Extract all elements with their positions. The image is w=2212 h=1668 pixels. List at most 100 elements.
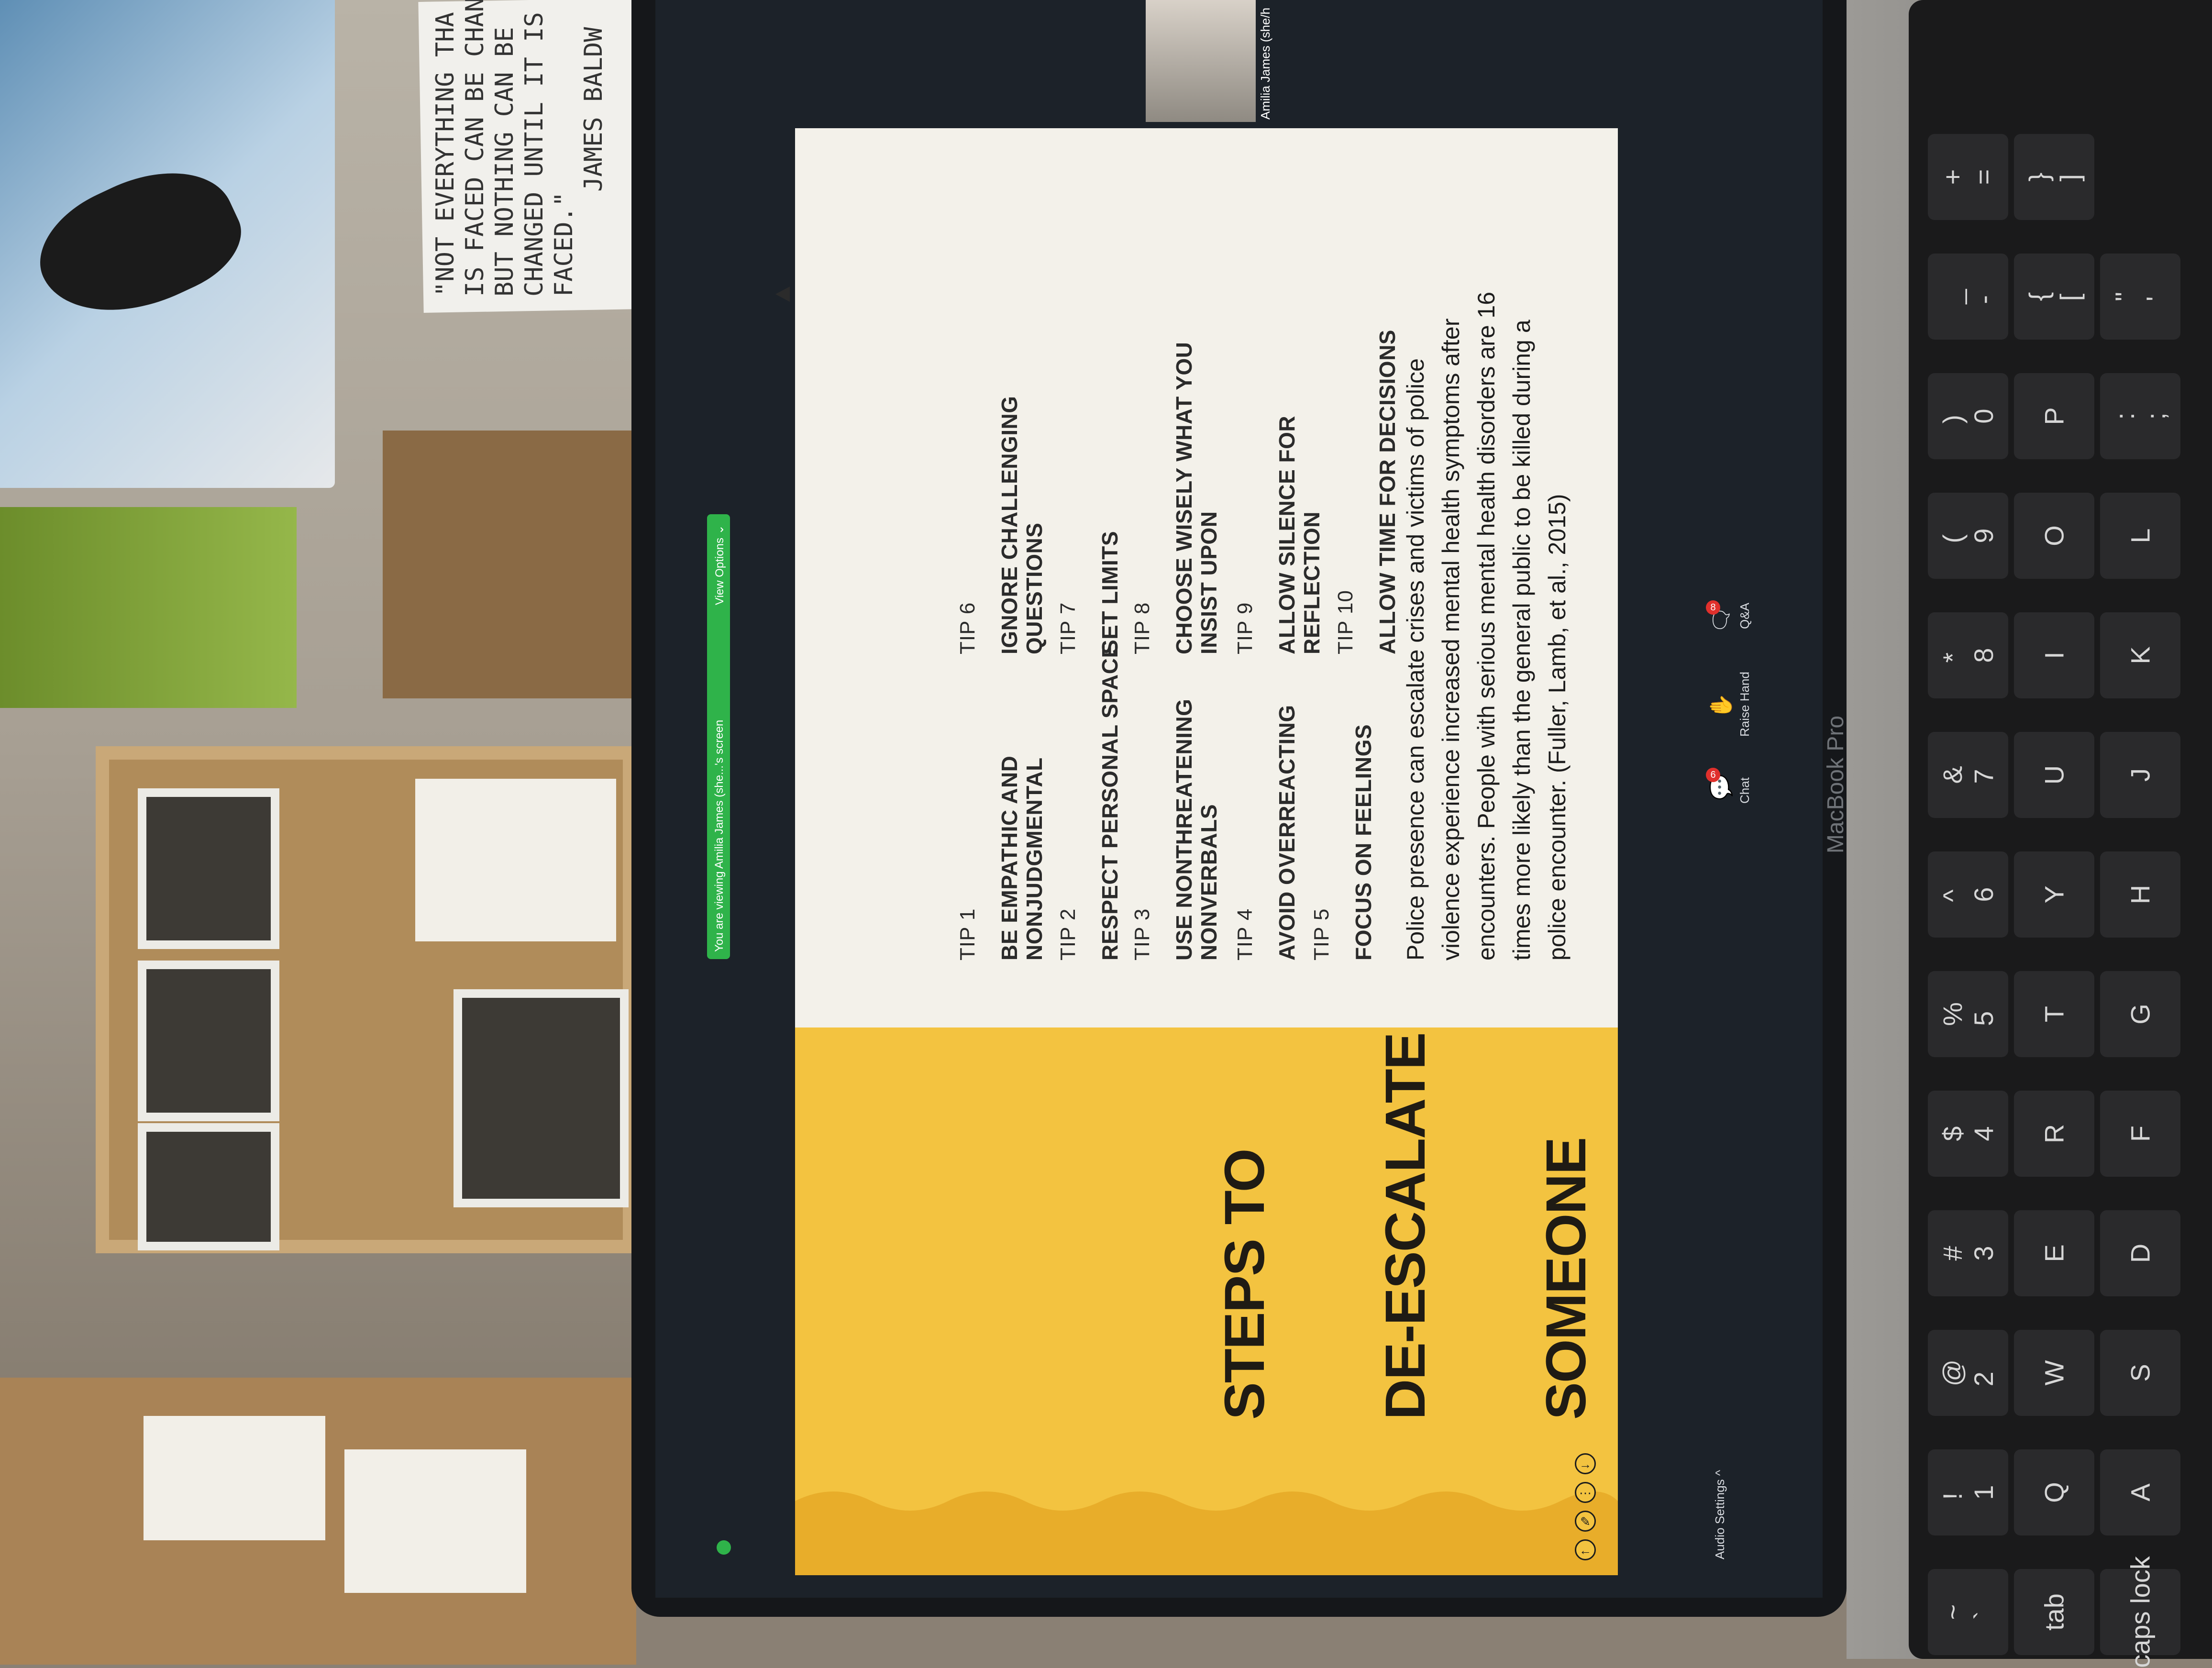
- keyboard-key[interactable]: U: [2014, 732, 2094, 818]
- keyboard-key[interactable]: Q: [2014, 1449, 2094, 1535]
- tip-number: TIP 1: [956, 908, 979, 961]
- share-banner-text: You are viewing Amilia James (she...'s s…: [713, 719, 726, 952]
- keyboard-key[interactable]: : ;: [2100, 373, 2180, 459]
- slide-previous-button[interactable]: ←: [1575, 1539, 1596, 1560]
- keyboard-key[interactable]: ( 9: [1928, 493, 2008, 579]
- tip-text: FOCUS ON FEELINGS: [1351, 724, 1376, 961]
- keyboard-key[interactable]: % 5: [1928, 971, 2008, 1057]
- keyboard-key[interactable]: # 3: [1928, 1210, 2008, 1296]
- slide-title: STEPS TO DE-ESCALATE SOMEONE: [1111, 1033, 1618, 1420]
- keyboard-key[interactable]: * 8: [1928, 612, 2008, 698]
- pinned-paper: [415, 779, 616, 941]
- green-book: [0, 507, 297, 708]
- keyboard-key[interactable]: } ]: [2014, 134, 2094, 220]
- keyboard: ~ ` ! 1 @ 2 # 3 $ 4 % 5 ^ 6 & 7 * 8 ( 9 ) 0 _ - + = t…: [1909, 0, 2212, 1668]
- keyboard-key-label: ~ `: [1937, 1604, 1999, 1620]
- keyboard-key-label: T: [2039, 1005, 2069, 1023]
- keyboard-key[interactable]: $ 4: [1928, 1091, 2008, 1177]
- keyboard-key-label: caps lock: [2125, 1556, 2156, 1668]
- keyboard-key-label: R: [2039, 1124, 2069, 1144]
- keyboard-key[interactable]: + =: [1928, 134, 2008, 220]
- tip-number: TIP 10: [1334, 590, 1357, 654]
- keyboard-key-label: A: [2125, 1483, 2156, 1502]
- keyboard-key[interactable]: ^ 6: [1928, 851, 2008, 938]
- slide-title-line: DE-ESCALATE: [1374, 1033, 1437, 1420]
- keyboard-key[interactable]: I: [2014, 612, 2094, 698]
- keyboard-key-label: J: [2125, 768, 2156, 782]
- pinned-paper: [144, 1416, 325, 1540]
- tip-number: TIP 9: [1233, 602, 1257, 654]
- participant-video-thumbnail[interactable]: [1146, 0, 1256, 122]
- keyboard-key-label: K: [2125, 646, 2156, 664]
- slide-next-button[interactable]: →: [1575, 1453, 1596, 1474]
- keyboard-key-label: P: [2039, 407, 2069, 425]
- keyboard-key-label: _ -: [1937, 289, 1999, 304]
- view-options-button[interactable]: View Options ⌄: [713, 509, 727, 605]
- qa-button[interactable]: Q&A: [1737, 603, 1752, 629]
- keyboard-key-label: I: [2039, 652, 2069, 659]
- keyboard-key-label: % 5: [1937, 1002, 1999, 1026]
- keyboard-key[interactable]: G: [2100, 971, 2180, 1057]
- keyboard-key-label: Q: [2039, 1482, 2069, 1503]
- keyboard-key[interactable]: H: [2100, 851, 2180, 938]
- keyboard-key[interactable]: D: [2100, 1210, 2180, 1296]
- pinned-paper: [344, 1449, 526, 1593]
- keyboard-key[interactable]: J: [2100, 732, 2180, 818]
- keyboard-key[interactable]: R: [2014, 1091, 2094, 1177]
- keyboard-key-label: & 7: [1937, 766, 1999, 784]
- slide-more-button[interactable]: ⋯: [1575, 1482, 1596, 1503]
- tip-number: TIP 2: [1056, 908, 1080, 961]
- keyboard-key[interactable]: ~ `: [1928, 1569, 2008, 1655]
- raise-hand-button[interactable]: Raise Hand: [1737, 672, 1752, 737]
- keyboard-key[interactable]: Y: [2014, 851, 2094, 938]
- keyboard-key[interactable]: @ 2: [1928, 1330, 2008, 1416]
- device-brand: MacBook Pro: [1823, 715, 1848, 854]
- keyboard-key[interactable]: _ -: [1928, 254, 2008, 340]
- keyboard-key[interactable]: A: [2100, 1449, 2180, 1535]
- keyboard-key[interactable]: L: [2100, 493, 2180, 579]
- tip-number: TIP 7: [1056, 602, 1080, 654]
- keyboard-key-label: ! 1: [1937, 1485, 1999, 1500]
- pinned-photo: [138, 788, 279, 949]
- slide-pen-button[interactable]: ✎: [1575, 1511, 1596, 1532]
- keyboard-key[interactable]: tab: [2014, 1569, 2094, 1655]
- tip-5: TIP 5 FOCUS ON FEELINGS: [1293, 724, 1393, 961]
- tip-text: USE NONTHREATENING NONVERBALS: [1172, 698, 1221, 961]
- keyboard-key-label: F: [2125, 1125, 2156, 1142]
- keyboard-key[interactable]: W: [2014, 1330, 2094, 1416]
- keyboard-key-label: E: [2039, 1244, 2069, 1262]
- keyboard-key[interactable]: O: [2014, 493, 2094, 579]
- keyboard-key-label: D: [2125, 1243, 2156, 1263]
- keyboard-key[interactable]: S: [2100, 1330, 2180, 1416]
- keyboard-key[interactable]: caps lock: [2100, 1556, 2180, 1668]
- keyboard-key[interactable]: K: [2100, 612, 2180, 698]
- raise-hand-icon[interactable]: ✋: [1708, 693, 1733, 719]
- keyboard-key-label: ( 9: [1937, 528, 1999, 543]
- tip-number: TIP 4: [1233, 908, 1257, 961]
- keyboard-key[interactable]: ! 1: [1928, 1449, 2008, 1535]
- corkboard: [96, 746, 636, 1253]
- chat-button[interactable]: Chat: [1737, 777, 1752, 804]
- tip-text: CHOOSE WISELY WHAT YOU INSIST UPON: [1172, 342, 1221, 654]
- keyboard-key[interactable]: ) 0: [1928, 373, 2008, 459]
- audio-settings-button[interactable]: Audio Settings ^: [1713, 1470, 1727, 1559]
- keyboard-key[interactable]: " ': [2100, 254, 2180, 340]
- keyboard-key-label: ^ 6: [1937, 887, 1999, 902]
- keyboard-key-label: tab: [2039, 1593, 2069, 1631]
- keyboard-key-label: H: [2125, 884, 2156, 905]
- keyboard-key-label: { [: [2024, 292, 2085, 301]
- participant-name: Amilia James (she/h: [1258, 7, 1272, 120]
- keyboard-key[interactable]: P: [2014, 373, 2094, 459]
- keyboard-key[interactable]: & 7: [1928, 732, 2008, 818]
- keyboard-key[interactable]: T: [2014, 971, 2094, 1057]
- keyboard-key[interactable]: F: [2100, 1091, 2180, 1177]
- tip-number: TIP 5: [1310, 908, 1333, 961]
- mouse-cursor-icon: [775, 287, 790, 302]
- tip-number: TIP 3: [1130, 908, 1154, 961]
- keyboard-key-label: : ;: [2110, 412, 2171, 420]
- keyboard-key-label: G: [2125, 1004, 2156, 1025]
- keyboard-key[interactable]: E: [2014, 1210, 2094, 1296]
- keyboard-key[interactable]: { [: [2014, 254, 2094, 340]
- pinned-photo: [138, 1123, 279, 1250]
- keyboard-key-label: @ 2: [1937, 1359, 1999, 1387]
